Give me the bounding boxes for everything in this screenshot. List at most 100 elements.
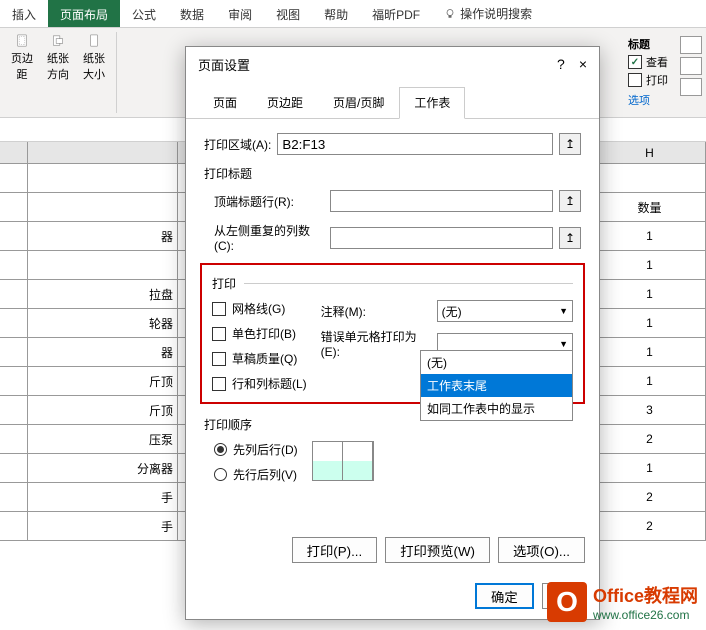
print-area-input[interactable] [277,133,553,155]
row-header[interactable] [0,193,28,221]
margins-label: 页边距 [6,50,38,82]
grid-cell[interactable]: 数量 [594,193,706,221]
col-header-h[interactable]: H [594,142,706,163]
print-checkbox[interactable] [628,73,642,87]
dialog-body: 打印区域(A): ↥ 打印标题 顶端标题行(R): ↥ 从左侧重复的列数(C):… [186,119,599,497]
dialog-titlebar[interactable]: 页面设置 ? × [186,47,599,81]
grid-cell[interactable]: 分离器 [28,454,178,482]
order-over-radio[interactable]: 先行后列(V) [214,466,298,483]
row-header[interactable] [0,251,28,279]
ribbon-tab-formulas[interactable]: 公式 [120,0,168,27]
row-header[interactable] [0,164,28,192]
tell-me-label: 操作说明搜索 [460,5,532,22]
draft-checkbox[interactable]: 草稿质量(Q) [212,350,307,367]
ribbon-tab-data[interactable]: 数据 [168,0,216,27]
row-header[interactable] [0,280,28,308]
orientation-button[interactable]: 纸张方向 [42,34,74,82]
grid-cell[interactable]: 2 [594,512,706,540]
grid-cell[interactable] [594,164,706,192]
grid-cell[interactable] [28,193,178,221]
bring-forward-icon[interactable] [680,36,702,54]
grid-cell[interactable] [28,251,178,279]
margins-button[interactable]: 页边距 [6,34,38,82]
ribbon-tab-review[interactable]: 审阅 [216,0,264,27]
dialog-tab-margins[interactable]: 页边距 [252,87,318,118]
dialog-tab-page[interactable]: 页面 [198,87,252,118]
left-col-label: 从左侧重复的列数(C): [214,222,324,253]
dialog-close-button[interactable]: × [579,56,587,72]
grid-cell[interactable]: 1 [594,222,706,250]
grid-cell[interactable]: 3 [594,396,706,424]
collapse-icon[interactable]: ↥ [559,133,581,155]
ribbon-tab-help[interactable]: 帮助 [312,0,360,27]
print-button[interactable]: 打印(P)... [292,537,378,563]
row-header[interactable] [0,309,28,337]
print-label: 打印 [646,72,668,88]
dialog-tabs: 页面 页边距 页眉/页脚 工作表 [186,87,599,119]
order-down-radio[interactable]: 先列后行(D) [214,441,298,458]
dropdown-item-end[interactable]: 工作表末尾 [421,374,572,397]
grid-cell[interactable]: 2 [594,483,706,511]
collapse-icon[interactable]: ↥ [559,227,581,249]
dropdown-item-none[interactable]: (无) [421,351,572,374]
ok-button[interactable]: 确定 [475,583,534,609]
size-icon [82,34,106,48]
dialog-help-button[interactable]: ? [557,56,565,72]
collapse-icon[interactable]: ↥ [559,190,581,212]
grid-cell[interactable]: 手 [28,512,178,540]
titles-view-row[interactable]: 查看 [628,54,668,70]
grid-cell[interactable]: 压泵 [28,425,178,453]
ribbon-tab-pagelayout[interactable]: 页面布局 [48,0,120,27]
grid-cell[interactable]: 器 [28,338,178,366]
grid-cell[interactable]: 手 [28,483,178,511]
options-link[interactable]: 选项 [628,92,668,108]
grid-cell[interactable]: 器 [28,222,178,250]
dialog-tab-header[interactable]: 页眉/页脚 [318,87,399,118]
grid-cell[interactable]: 1 [594,367,706,395]
titles-print-row[interactable]: 打印 [628,72,668,88]
grid-cell[interactable] [28,164,178,192]
blackwhite-checkbox[interactable]: 单色打印(B) [212,325,307,342]
ribbon-tab-insert[interactable]: 插入 [0,0,48,27]
options-button[interactable]: 选项(O)... [498,537,585,563]
row-header[interactable] [0,222,28,250]
ribbon-tell-me[interactable]: 操作说明搜索 [432,0,544,27]
row-header[interactable] [0,338,28,366]
row-header[interactable] [0,483,28,511]
print-section-highlight: 打印 网格线(G) 单色打印(B) 草稿质量(Q) 行和列标题(L) 注释(M)… [200,263,585,404]
grid-cell[interactable]: 1 [594,251,706,279]
ribbon-tab-foxit[interactable]: 福昕PDF [360,0,432,27]
select-all-corner[interactable] [0,142,28,163]
dropdown-item-displayed[interactable]: 如同工作表中的显示 [421,397,572,420]
grid-cell[interactable]: 拉盘 [28,280,178,308]
size-button[interactable]: 纸张大小 [78,34,110,82]
dialog-title: 页面设置 [198,55,250,74]
comments-combo[interactable]: (无) ▼ [437,300,573,322]
col-header-b[interactable] [28,142,178,163]
row-header[interactable] [0,367,28,395]
grid-cell[interactable]: 2 [594,425,706,453]
selection-pane-icon[interactable] [680,78,702,96]
rowcol-checkbox[interactable]: 行和列标题(L) [212,375,307,392]
row-header[interactable] [0,425,28,453]
grid-cell[interactable]: 1 [594,338,706,366]
ribbon-group-themes: 页边距 纸张方向 纸张大小 [0,32,117,113]
left-col-input[interactable] [330,227,553,249]
dialog-tab-sheet[interactable]: 工作表 [399,87,465,119]
grid-cell[interactable]: 轮器 [28,309,178,337]
order-preview-icon [312,441,374,481]
top-row-input[interactable] [330,190,553,212]
ribbon-tab-view[interactable]: 视图 [264,0,312,27]
row-header[interactable] [0,396,28,424]
view-checkbox[interactable] [628,55,642,69]
grid-cell[interactable]: 斤顶 [28,367,178,395]
row-header[interactable] [0,512,28,540]
send-backward-icon[interactable] [680,57,702,75]
grid-cell[interactable]: 1 [594,309,706,337]
grid-cell[interactable]: 1 [594,280,706,308]
grid-cell[interactable]: 1 [594,454,706,482]
row-header[interactable] [0,454,28,482]
gridlines-checkbox[interactable]: 网格线(G) [212,300,307,317]
grid-cell[interactable]: 斤顶 [28,396,178,424]
preview-button[interactable]: 打印预览(W) [385,537,490,563]
